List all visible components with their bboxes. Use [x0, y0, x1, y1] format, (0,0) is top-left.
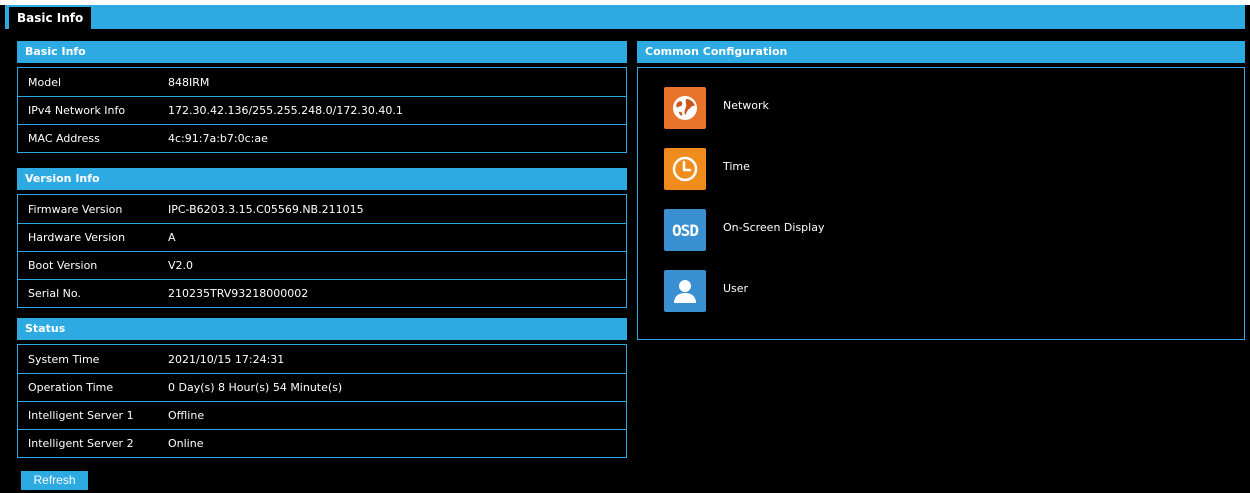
row-label: Intelligent Server 2	[28, 437, 134, 450]
config-item-network[interactable]: Network	[664, 87, 769, 129]
row-label: MAC Address	[28, 132, 100, 145]
row-label: IPv4 Network Info	[28, 104, 126, 117]
table-row: Serial No. 210235TRV93218000002	[18, 279, 626, 307]
table-row: Intelligent Server 2 Online	[18, 429, 626, 457]
row-label: Serial No.	[28, 287, 81, 300]
row-label: Operation Time	[28, 381, 114, 394]
config-item-label: User	[723, 281, 749, 295]
table-row: IPv4 Network Info 172.30.42.136/255.255.…	[18, 96, 626, 124]
row-value: 172.30.42.136/255.255.248.0/172.30.40.1	[168, 104, 403, 117]
table-row: Boot Version V2.0	[18, 251, 626, 279]
osd-icon[interactable]: OSD	[664, 209, 706, 251]
user-icon[interactable]	[664, 270, 706, 312]
row-label: Boot Version	[28, 259, 98, 272]
table-row: Operation Time 0 Day(s) 8 Hour(s) 54 Min…	[18, 373, 626, 401]
version-info-header: Version Info	[17, 168, 627, 190]
status-table: System Time 2021/10/15 17:24:31 Operatio…	[17, 344, 627, 458]
table-row: Model 848IRM	[18, 68, 626, 96]
config-item-label: On-Screen Display	[723, 220, 825, 234]
basic-info-header: Basic Info	[17, 41, 627, 63]
config-item-time[interactable]: Time	[664, 148, 750, 190]
row-value: IPC-B6203.3.15.C05569.NB.211015	[168, 202, 364, 216]
common-config-panel: Network Time OSD On-Screen Display User	[637, 67, 1245, 340]
table-row: MAC Address 4c:91:7a:b7:0c:ae	[18, 124, 626, 152]
row-value: 848IRM	[168, 75, 210, 89]
config-item-osd[interactable]: OSD On-Screen Display	[664, 209, 824, 251]
row-label: Intelligent Server 1	[28, 409, 134, 422]
config-item-user[interactable]: User	[664, 270, 748, 312]
app-window: Basic Info Basic Info Model 848IRM IPv4 …	[0, 5, 1250, 493]
table-row: Firmware Version IPC-B6203.3.15.C05569.N…	[18, 195, 626, 223]
refresh-button[interactable]: Refresh	[21, 471, 88, 490]
basic-info-table: Model 848IRM IPv4 Network Info 172.30.42…	[17, 67, 627, 153]
row-value: Online	[168, 437, 204, 450]
version-info-table: Firmware Version IPC-B6203.3.15.C05569.N…	[17, 194, 627, 308]
status-header: Status	[17, 318, 627, 340]
table-row: Hardware Version A	[18, 223, 626, 251]
clock-icon[interactable]	[664, 148, 706, 190]
row-value: A	[168, 231, 176, 244]
table-row: Intelligent Server 1 Offline	[18, 401, 626, 429]
config-item-label: Network	[723, 98, 769, 112]
config-item-label: Time	[723, 159, 750, 173]
row-label: Firmware Version	[28, 202, 123, 216]
row-value: 2021/10/15 17:24:31	[168, 352, 285, 366]
row-value: 4c:91:7a:b7:0c:ae	[168, 132, 268, 145]
globe-icon[interactable]	[664, 87, 706, 129]
row-value: V2.0	[168, 259, 194, 272]
row-label: Hardware Version	[28, 231, 126, 244]
common-config-header: Common Configuration	[637, 41, 1245, 63]
row-value: 0 Day(s) 8 Hour(s) 54 Minute(s)	[168, 381, 343, 394]
row-value: Offline	[168, 409, 205, 422]
table-row: System Time 2021/10/15 17:24:31	[18, 345, 626, 373]
row-value: 210235TRV93218000002	[168, 287, 309, 300]
row-label: System Time	[28, 352, 100, 366]
tab-basic-info[interactable]: Basic Info	[8, 6, 92, 29]
row-label: Model	[28, 75, 62, 89]
tab-bar: Basic Info	[5, 5, 1245, 29]
